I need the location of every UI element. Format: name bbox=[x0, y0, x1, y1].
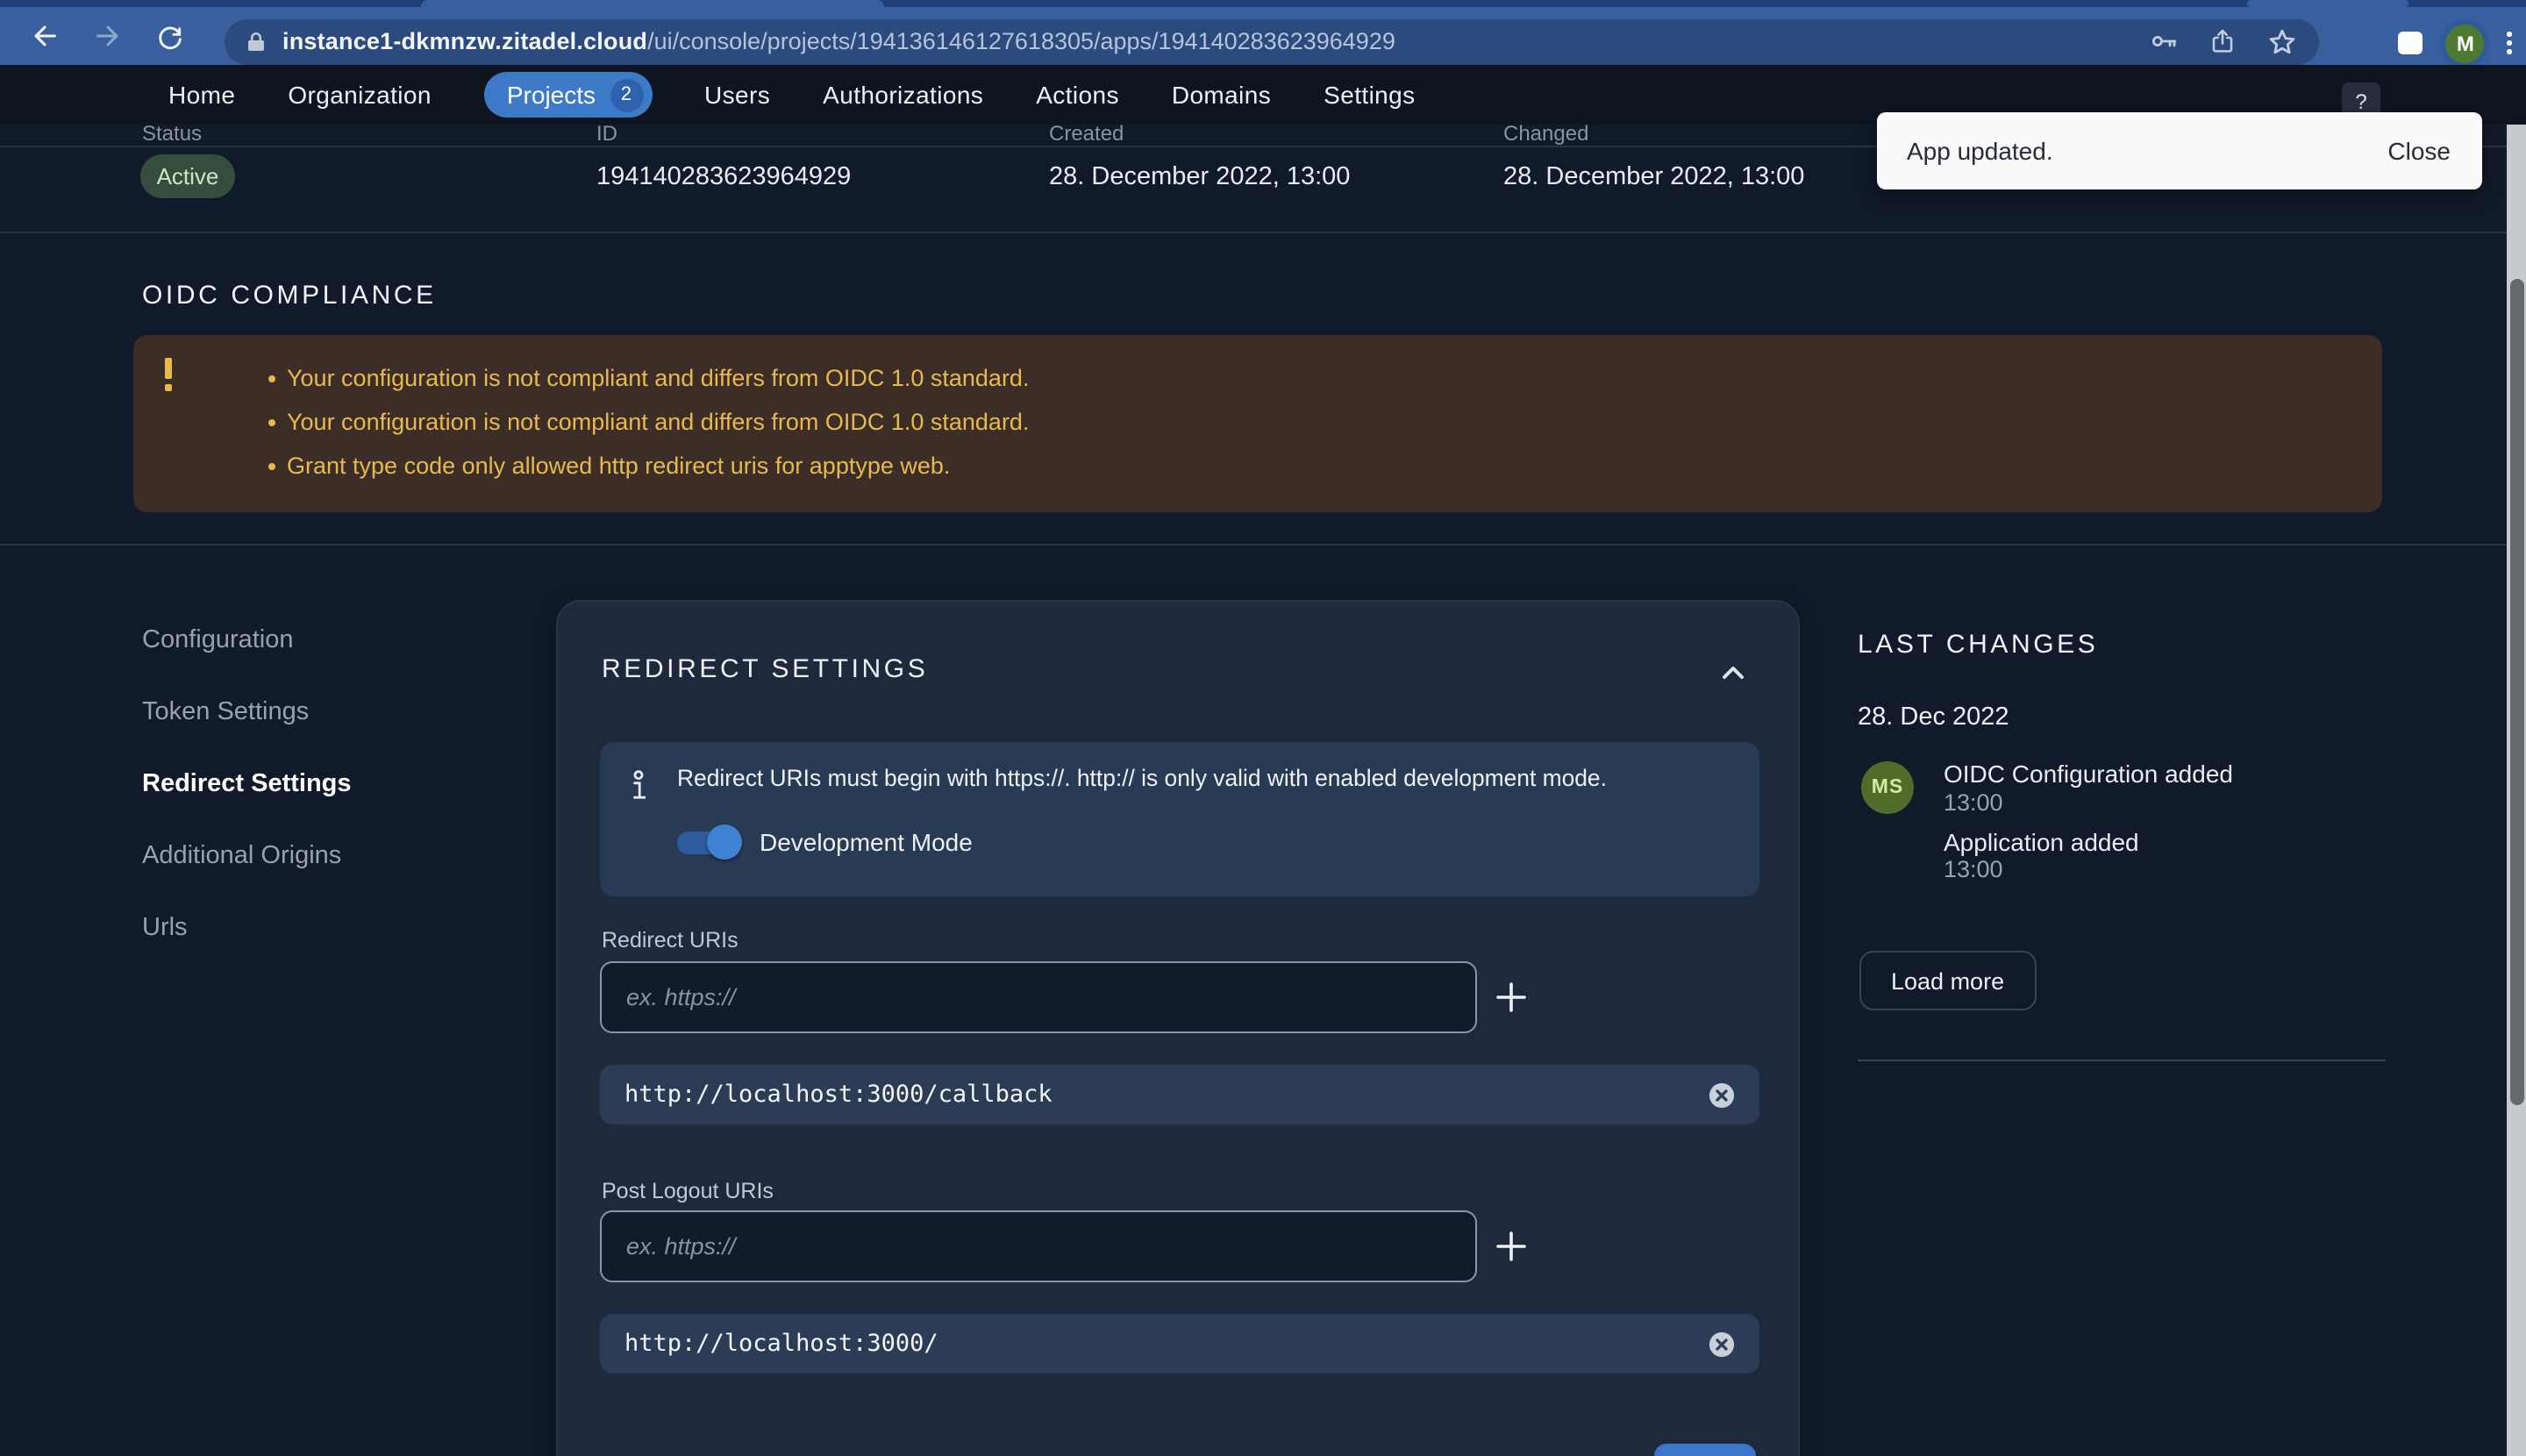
nav-users[interactable]: Users bbox=[704, 81, 770, 109]
divider bbox=[0, 232, 2526, 233]
post-logout-uri-item: http://localhost:3000/ bbox=[600, 1314, 1759, 1374]
nav-authorizations[interactable]: Authorizations bbox=[823, 81, 983, 109]
url-path: /ui/console/projects/194136146127618305/… bbox=[647, 28, 1395, 54]
active-tab[interactable] bbox=[421, 0, 884, 7]
share-icon[interactable] bbox=[2208, 26, 2237, 56]
development-mode-toggle[interactable] bbox=[677, 824, 737, 860]
post-logout-uri-input[interactable] bbox=[600, 1210, 1477, 1282]
redirect-uri-value: http://localhost:3000/callback bbox=[624, 1081, 1052, 1109]
scrollbar-thumb[interactable] bbox=[2509, 279, 2523, 1105]
warning-text: Your configuration is not compliant and … bbox=[287, 365, 1029, 391]
warning-text: Grant type code only allowed http redire… bbox=[287, 453, 950, 479]
sidenav-configuration[interactable]: Configuration bbox=[142, 603, 352, 675]
forward-button[interactable] bbox=[84, 13, 130, 59]
user-avatar: MS bbox=[1861, 761, 1914, 814]
collapse-chevron-icon[interactable] bbox=[1721, 658, 1745, 689]
redirect-uri-input[interactable] bbox=[600, 961, 1477, 1033]
side-panel-icon[interactable] bbox=[2399, 32, 2423, 54]
status-label: Status bbox=[142, 121, 202, 146]
last-changes-title: LAST CHANGES bbox=[1858, 630, 2098, 660]
sidenav-additional-origins[interactable]: Additional Origins bbox=[142, 819, 352, 891]
event-time: 13:00 bbox=[1944, 789, 2233, 815]
nav-actions[interactable]: Actions bbox=[1036, 81, 1119, 109]
toast-message: App updated. bbox=[1907, 137, 2053, 165]
changed-label: Changed bbox=[1503, 121, 1588, 146]
status-badge: Active bbox=[140, 154, 235, 198]
dev-mode-info-box: Redirect URIs must begin with https://. … bbox=[600, 742, 1759, 896]
load-more-button[interactable]: Load more bbox=[1859, 951, 2036, 1010]
change-events: OIDC Configuration added 13:00 Applicati… bbox=[1944, 761, 2233, 896]
save-button[interactable] bbox=[1654, 1444, 1756, 1456]
settings-sidenav: Configuration Token Settings Redirect Se… bbox=[142, 603, 352, 963]
nav-organization[interactable]: Organization bbox=[288, 81, 432, 109]
created-value: 28. December 2022, 13:00 bbox=[1049, 163, 1350, 191]
card-title: REDIRECT SETTINGS bbox=[602, 654, 928, 684]
post-logout-uris-label: Post Logout URIs bbox=[602, 1179, 774, 1203]
redirect-uri-item: http://localhost:3000/callback bbox=[600, 1065, 1759, 1124]
id-label: ID bbox=[596, 121, 617, 146]
changes-date: 28. Dec 2022 bbox=[1858, 703, 2009, 732]
event-title: Application added bbox=[1944, 829, 2233, 856]
projects-count-badge: 2 bbox=[610, 78, 643, 111]
browser-profile-avatar[interactable]: M bbox=[2446, 24, 2485, 62]
changed-value: 28. December 2022, 13:00 bbox=[1503, 163, 1804, 191]
nav-domains[interactable]: Domains bbox=[1172, 81, 1271, 109]
redirect-settings-card: REDIRECT SETTINGS Redirect URIs must beg… bbox=[556, 600, 1800, 1456]
divider bbox=[1858, 1060, 2386, 1061]
reload-button[interactable] bbox=[147, 13, 193, 59]
remove-uri-icon[interactable] bbox=[1709, 1081, 1735, 1108]
url-bar[interactable]: instance1-dkmnzw.zitadel.cloud/ui/consol… bbox=[225, 18, 2319, 64]
key-icon[interactable] bbox=[2149, 26, 2179, 56]
info-text: Redirect URIs must begin with https://. … bbox=[677, 763, 1730, 793]
nav-projects[interactable]: Projects 2 bbox=[484, 72, 652, 118]
oidc-compliance-title: OIDC COMPLIANCE bbox=[142, 281, 437, 310]
created-label: Created bbox=[1049, 121, 1124, 146]
toast: App updated. Close bbox=[1877, 112, 2482, 189]
add-post-logout-uri-button[interactable] bbox=[1484, 1219, 1537, 1272]
warning-text: Your configuration is not compliant and … bbox=[287, 409, 1029, 435]
sidenav-urls[interactable]: Urls bbox=[142, 891, 352, 963]
redirect-uris-label: Redirect URIs bbox=[602, 928, 739, 953]
browser-toolbar: instance1-dkmnzw.zitadel.cloud/ui/consol… bbox=[0, 7, 2526, 65]
main-nav: Home Organization Projects 2 Users Autho… bbox=[168, 72, 1416, 118]
post-logout-uri-value: http://localhost:3000/ bbox=[624, 1330, 938, 1358]
warning-icon bbox=[165, 358, 174, 390]
divider bbox=[0, 544, 2526, 546]
event-title: OIDC Configuration added bbox=[1944, 761, 2233, 789]
id-value: 194140283623964929 bbox=[596, 163, 851, 191]
tabstrip-highlight bbox=[2247, 0, 2408, 7]
lock-icon bbox=[246, 29, 267, 54]
remove-uri-icon[interactable] bbox=[1709, 1331, 1735, 1357]
development-mode-label: Development Mode bbox=[760, 828, 973, 856]
back-button[interactable] bbox=[21, 13, 67, 59]
browser-menu-icon[interactable] bbox=[2508, 32, 2512, 54]
add-redirect-uri-button[interactable] bbox=[1484, 970, 1537, 1023]
nav-home[interactable]: Home bbox=[168, 81, 235, 109]
toast-close-button[interactable]: Close bbox=[2387, 137, 2451, 165]
info-icon bbox=[628, 770, 649, 810]
bookmark-star-icon[interactable] bbox=[2266, 25, 2298, 57]
screen: instance1-dkmnzw.zitadel.cloud/ui/consol… bbox=[0, 0, 2526, 1456]
nav-settings[interactable]: Settings bbox=[1324, 81, 1415, 109]
sidenav-redirect-settings[interactable]: Redirect Settings bbox=[142, 747, 352, 819]
browser-tabstrip bbox=[0, 0, 2526, 7]
event-time: 13:00 bbox=[1944, 856, 2233, 882]
warning-list: Your configuration is not compliant and … bbox=[268, 356, 1029, 488]
url-host: instance1-dkmnzw.zitadel.cloud bbox=[282, 28, 647, 54]
sidenav-token-settings[interactable]: Token Settings bbox=[142, 675, 352, 747]
